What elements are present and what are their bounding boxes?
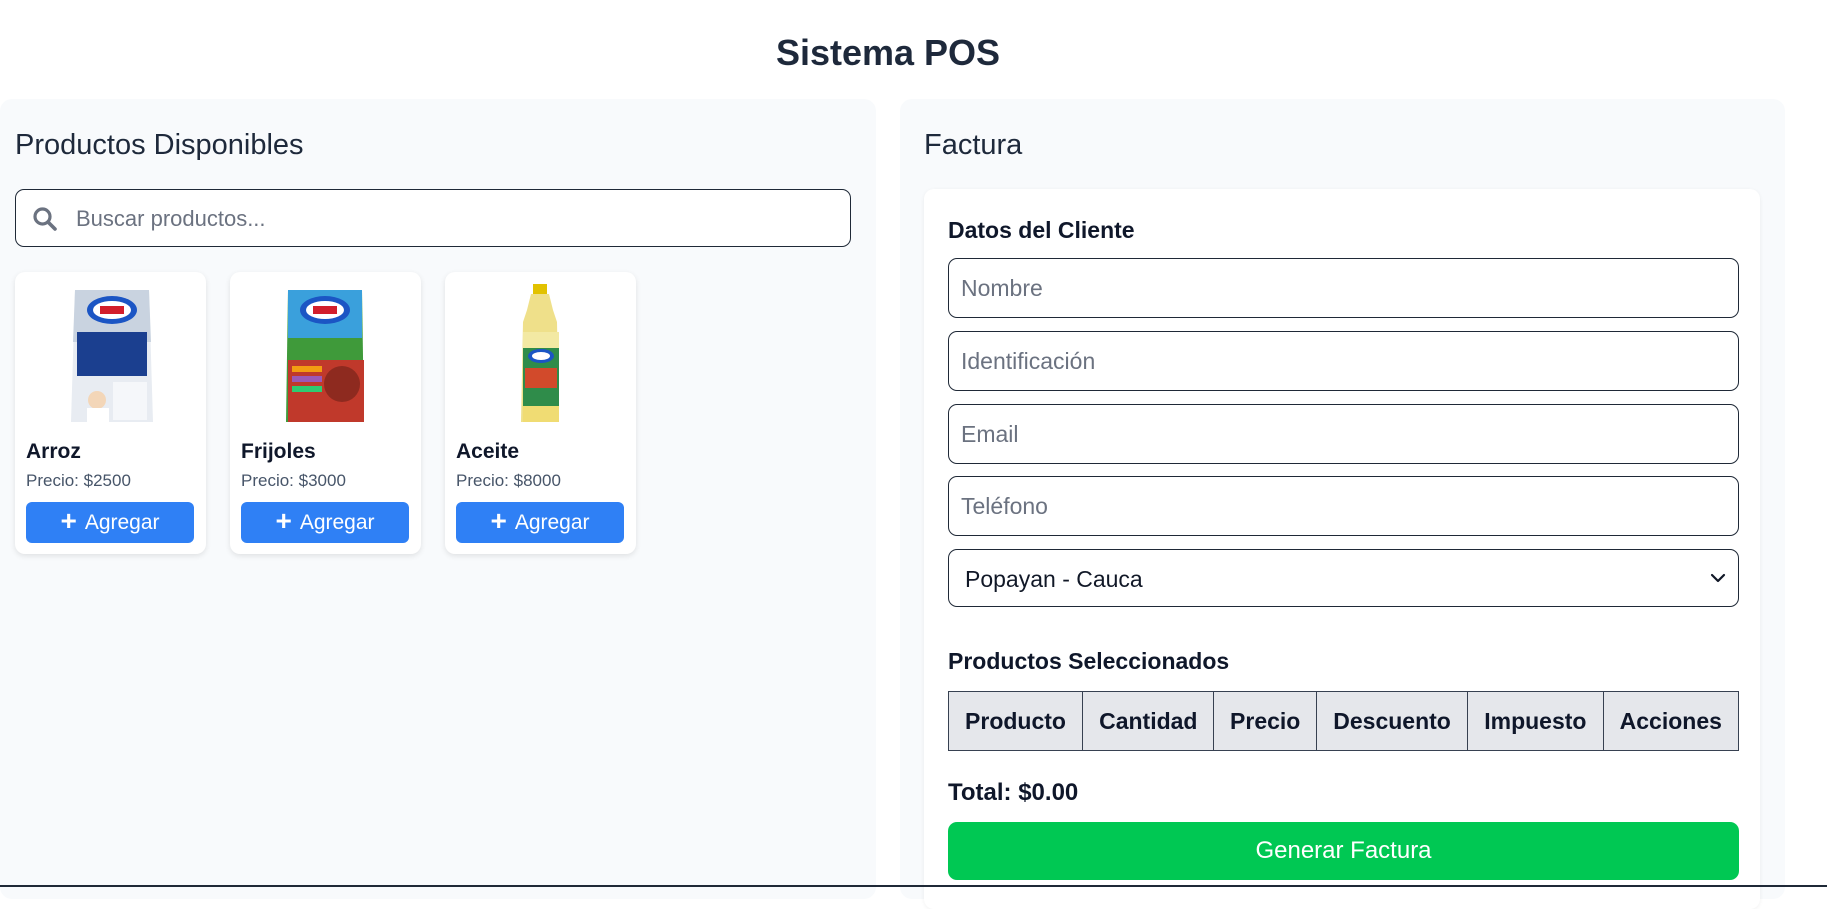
search-input[interactable] [74,196,838,242]
add-button-label: Agregar [84,510,160,534]
email-field[interactable] [948,404,1739,464]
invoice-form: Datos del Cliente Popayan - Cauca Produc… [924,189,1760,909]
product-name: Frijoles [241,440,316,463]
product-name: Aceite [456,440,520,463]
invoice-panel: Factura Datos del Cliente Popayan - Cauc… [900,99,1785,909]
plus-icon: + [60,505,77,536]
name-field[interactable] [948,258,1739,318]
city-select[interactable]: Popayan - Cauca [948,549,1739,607]
plus-icon: + [490,505,507,536]
product-card-aceite: Aceite Precio: $8000 + Agregar [445,272,636,554]
chevron-down-icon [1710,573,1726,583]
col-descuento: Descuento [1315,691,1469,751]
products-panel: Productos Disponibles Arroz Precio: $250… [0,99,876,899]
page-title: Sistema POS [775,32,1001,73]
search-box[interactable] [15,189,851,247]
add-frijoles-button[interactable]: + Agregar [241,502,409,543]
product-price: Precio: $3000 [241,471,346,490]
rice-bag-image [71,290,153,422]
col-acciones: Acciones [1602,691,1740,751]
add-aceite-button[interactable]: + Agregar [456,502,624,543]
table-header-row: Producto Cantidad Precio Descuento Impue… [947,691,1740,751]
plus-icon: + [275,505,292,536]
oil-bottle-image [521,284,559,422]
phone-field[interactable] [948,476,1739,536]
col-precio: Precio [1213,691,1317,751]
product-card-arroz: Arroz Precio: $2500 + Agregar [15,272,206,554]
selected-products-title: Productos Seleccionados [948,648,1230,674]
col-producto: Producto [947,691,1084,751]
beans-bag-image [286,290,364,422]
city-select-value: Popayan - Cauca [965,566,1143,592]
client-section-title: Datos del Cliente [948,217,1135,243]
col-cantidad: Cantidad [1082,691,1215,751]
identification-field[interactable] [948,331,1739,391]
invoice-heading: Factura [924,129,1023,161]
product-name: Arroz [26,440,81,463]
selected-products-table: Producto Cantidad Precio Descuento Impue… [947,691,1740,751]
search-icon [33,207,57,231]
product-price: Precio: $2500 [26,471,131,490]
generate-invoice-button[interactable]: Generar Factura [948,822,1739,880]
add-arroz-button[interactable]: + Agregar [26,502,194,543]
add-button-label: Agregar [514,510,590,534]
add-button-label: Agregar [299,510,375,534]
product-price: Precio: $8000 [456,471,561,490]
product-card-frijoles: Frijoles Precio: $3000 + Agregar [230,272,421,554]
col-impuesto: Impuesto [1467,691,1604,751]
products-heading: Productos Disponibles [15,129,304,161]
invoice-total: Total: $0.00 [948,779,1079,806]
